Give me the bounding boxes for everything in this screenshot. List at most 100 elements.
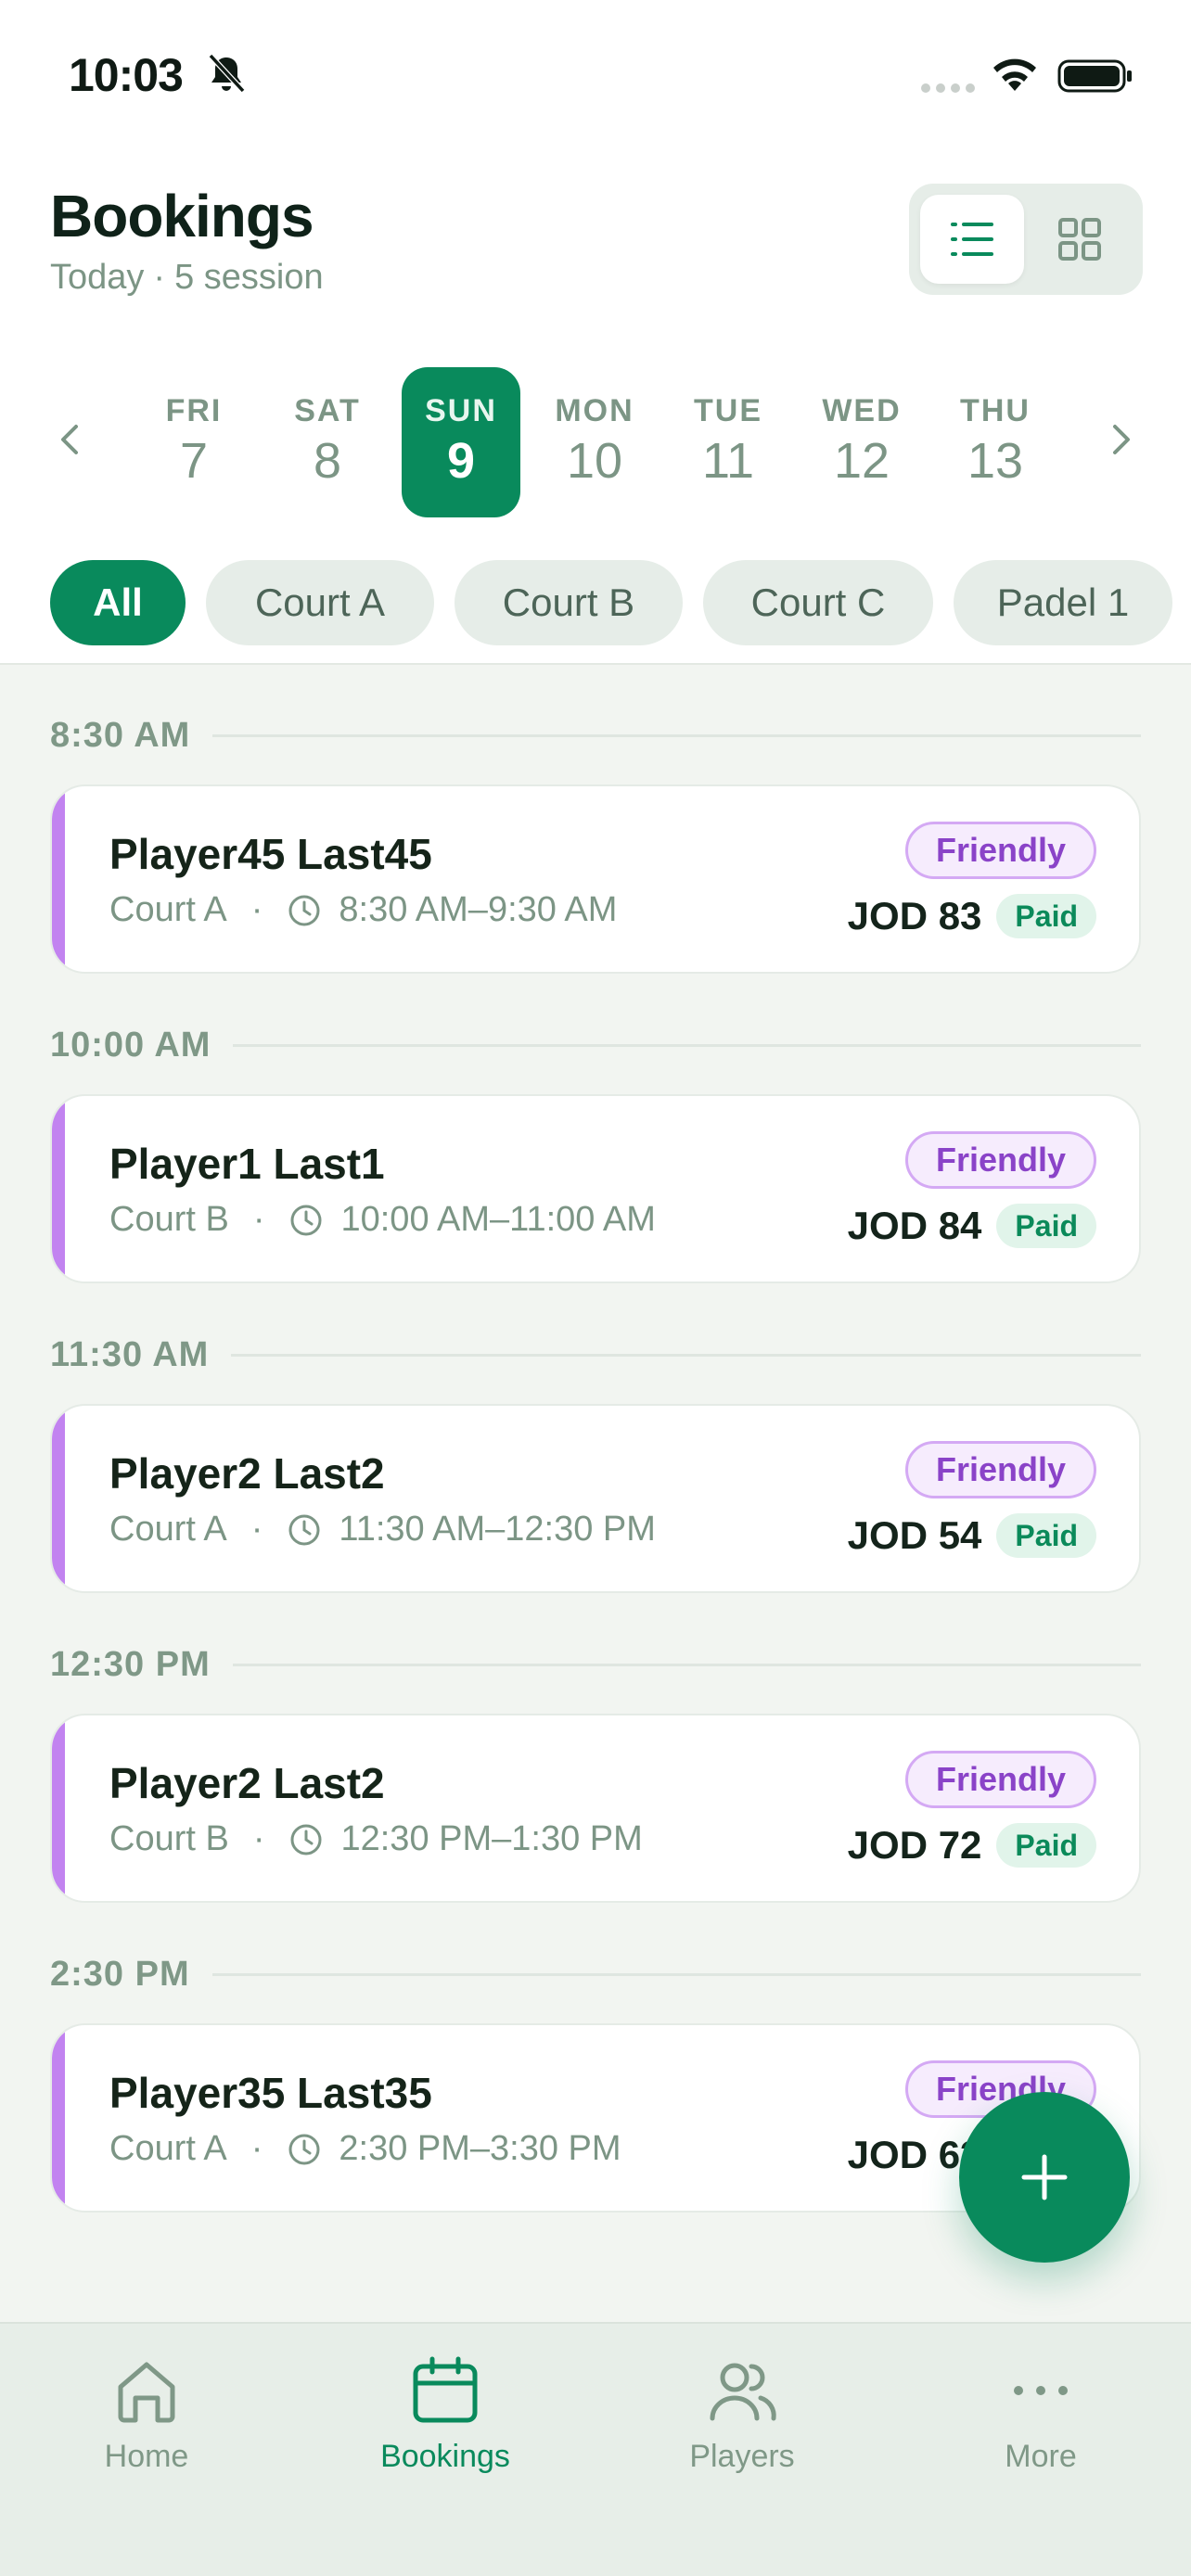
bottom-tab-bar: Home Bookings Players More bbox=[0, 2322, 1191, 2576]
filter-chip-court-a[interactable]: Court A bbox=[206, 560, 434, 645]
calendar-icon bbox=[413, 2356, 478, 2423]
booking-card[interactable]: Player45 Last45 Court A · 8:30 AM–9:30 AM Fr… bbox=[50, 784, 1141, 974]
clock-icon bbox=[288, 895, 320, 925]
player-name: Player1 Last1 bbox=[109, 1140, 385, 1188]
time-slot-label: 12:30 PM bbox=[50, 1645, 211, 1684]
day-number: 10 bbox=[566, 433, 623, 489]
bookings-screen: 10:03 Bookings Today · 5 session FRI 7 S… bbox=[0, 0, 1191, 2576]
filter-chip-padel-1[interactable]: Padel 1 bbox=[954, 560, 1172, 645]
status-bar: 10:03 bbox=[0, 0, 1191, 148]
tab-label: Home bbox=[104, 2439, 189, 2474]
booking-time: 11:30 AM–12:30 PM bbox=[339, 1510, 656, 1549]
tab-bookings[interactable]: Bookings bbox=[343, 2352, 547, 2500]
day-number: 7 bbox=[179, 433, 209, 489]
booking-price: JOD 72 bbox=[847, 1823, 982, 1867]
payment-status-badge: Paid bbox=[996, 1513, 1096, 1558]
booking-meta: Court B · 12:30 PM–1:30 PM bbox=[109, 1819, 643, 1859]
clock-icon bbox=[290, 1205, 322, 1235]
grid-view-button[interactable] bbox=[1028, 195, 1132, 284]
court-name: Court A bbox=[109, 2129, 227, 2168]
booking-meta: Court B · 10:00 AM–11:00 AM bbox=[109, 1200, 656, 1240]
player-name: Player2 Last2 bbox=[109, 1759, 385, 1807]
time-slot-divider bbox=[231, 1354, 1141, 1357]
day-sat[interactable]: SAT 8 bbox=[268, 367, 387, 517]
tab-home[interactable]: Home bbox=[45, 2352, 249, 2500]
meta-separator: · bbox=[252, 1819, 265, 1858]
booking-time: 2:30 PM–3:30 PM bbox=[339, 2129, 621, 2168]
booking-price: JOD 84 bbox=[847, 1204, 982, 1247]
booking-type-accent bbox=[52, 1406, 65, 1591]
booking-price: JOD 83 bbox=[847, 894, 982, 937]
booking-meta: Court A · 2:30 PM–3:30 PM bbox=[109, 2129, 621, 2169]
day-name: SUN bbox=[425, 393, 497, 428]
tab-label: More bbox=[1005, 2439, 1077, 2474]
day-sun[interactable]: SUN 9 bbox=[402, 367, 520, 517]
time-slot-label: 2:30 PM bbox=[50, 1955, 190, 1994]
add-booking-button[interactable] bbox=[959, 2092, 1130, 2263]
price-row: JOD 72 Paid bbox=[848, 1823, 1096, 1868]
booking-card[interactable]: Player2 Last2 Court A · 11:30 AM–12:30 PM Fr… bbox=[50, 1404, 1141, 1593]
booking-card[interactable]: Player1 Last1 Court B · 10:00 AM–11:00 AM Fr… bbox=[50, 1094, 1141, 1283]
plus-icon bbox=[1021, 2154, 1068, 2200]
time-slot-divider bbox=[233, 1664, 1141, 1666]
day-name: TUE bbox=[694, 393, 762, 428]
day-number: 11 bbox=[701, 433, 755, 489]
booking-type-badge: Friendly bbox=[904, 822, 1096, 879]
filter-chip-court-b[interactable]: Court B bbox=[455, 560, 683, 645]
meta-separator: · bbox=[252, 1200, 265, 1239]
player-name: Player45 Last45 bbox=[109, 830, 432, 878]
grid-icon bbox=[1058, 218, 1101, 261]
bell-muted-icon bbox=[208, 53, 246, 94]
time-slot-divider bbox=[212, 734, 1141, 737]
booking-time: 8:30 AM–9:30 AM bbox=[339, 890, 618, 929]
day-name: FRI bbox=[165, 393, 223, 428]
view-toggle bbox=[909, 184, 1143, 295]
time-slot-label: 8:30 AM bbox=[50, 716, 191, 755]
payment-status-badge: Paid bbox=[996, 894, 1096, 938]
home-icon bbox=[118, 2362, 175, 2423]
time-slot-divider bbox=[233, 1044, 1141, 1047]
list-icon bbox=[951, 223, 993, 256]
booking-type-accent bbox=[52, 786, 65, 972]
court-filter-chips: All Court A Court B Court C Padel 1 bbox=[0, 560, 1191, 645]
clock-icon bbox=[290, 1824, 322, 1855]
day-number: 12 bbox=[833, 433, 890, 489]
day-thu[interactable]: THU 13 bbox=[936, 367, 1055, 517]
player-name: Player2 Last2 bbox=[109, 1449, 385, 1498]
page-subtitle: Today · 5 session bbox=[50, 258, 324, 298]
payment-status-badge: Paid bbox=[996, 1823, 1096, 1868]
booking-type-accent bbox=[52, 2025, 65, 2211]
meta-separator: · bbox=[250, 1510, 263, 1549]
player-name: Player35 Last35 bbox=[109, 2069, 432, 2117]
day-name: MON bbox=[555, 393, 634, 428]
clock-icon bbox=[288, 1514, 320, 1545]
booking-meta: Court A · 8:30 AM–9:30 AM bbox=[109, 890, 617, 930]
chevron-right-icon bbox=[1113, 425, 1130, 454]
subtitle-day: Today bbox=[50, 258, 145, 297]
price-row: JOD 84 Paid bbox=[848, 1204, 1096, 1248]
filter-chip-court-c[interactable]: Court C bbox=[703, 560, 933, 645]
filter-chip-all[interactable]: All bbox=[50, 560, 186, 645]
day-name: WED bbox=[822, 393, 902, 428]
next-week-button[interactable] bbox=[1093, 412, 1148, 467]
list-view-button[interactable] bbox=[920, 195, 1024, 284]
court-name: Court B bbox=[109, 1200, 229, 1239]
tab-players[interactable]: Players bbox=[640, 2352, 844, 2500]
day-number: 13 bbox=[967, 433, 1024, 489]
booking-card[interactable]: Player2 Last2 Court B · 12:30 PM–1:30 PM Fri… bbox=[50, 1714, 1141, 1903]
booking-price: JOD 54 bbox=[847, 1513, 982, 1557]
price-row: JOD 54 Paid bbox=[848, 1513, 1096, 1558]
booking-type-badge: Friendly bbox=[904, 1441, 1096, 1498]
day-wed[interactable]: WED 12 bbox=[802, 367, 921, 517]
day-name: SAT bbox=[294, 393, 361, 428]
court-name: Court B bbox=[109, 1819, 229, 1858]
price-row: JOD 83 Paid bbox=[848, 894, 1096, 938]
day-mon[interactable]: MON 10 bbox=[535, 367, 654, 517]
battery-icon bbox=[1057, 59, 1132, 93]
day-number: 8 bbox=[313, 433, 342, 489]
tab-more[interactable]: More bbox=[939, 2352, 1143, 2500]
booking-time: 10:00 AM–11:00 AM bbox=[340, 1200, 656, 1239]
day-name: THU bbox=[960, 393, 1031, 428]
day-tue[interactable]: TUE 11 bbox=[669, 367, 788, 517]
day-fri[interactable]: FRI 7 bbox=[134, 367, 253, 517]
